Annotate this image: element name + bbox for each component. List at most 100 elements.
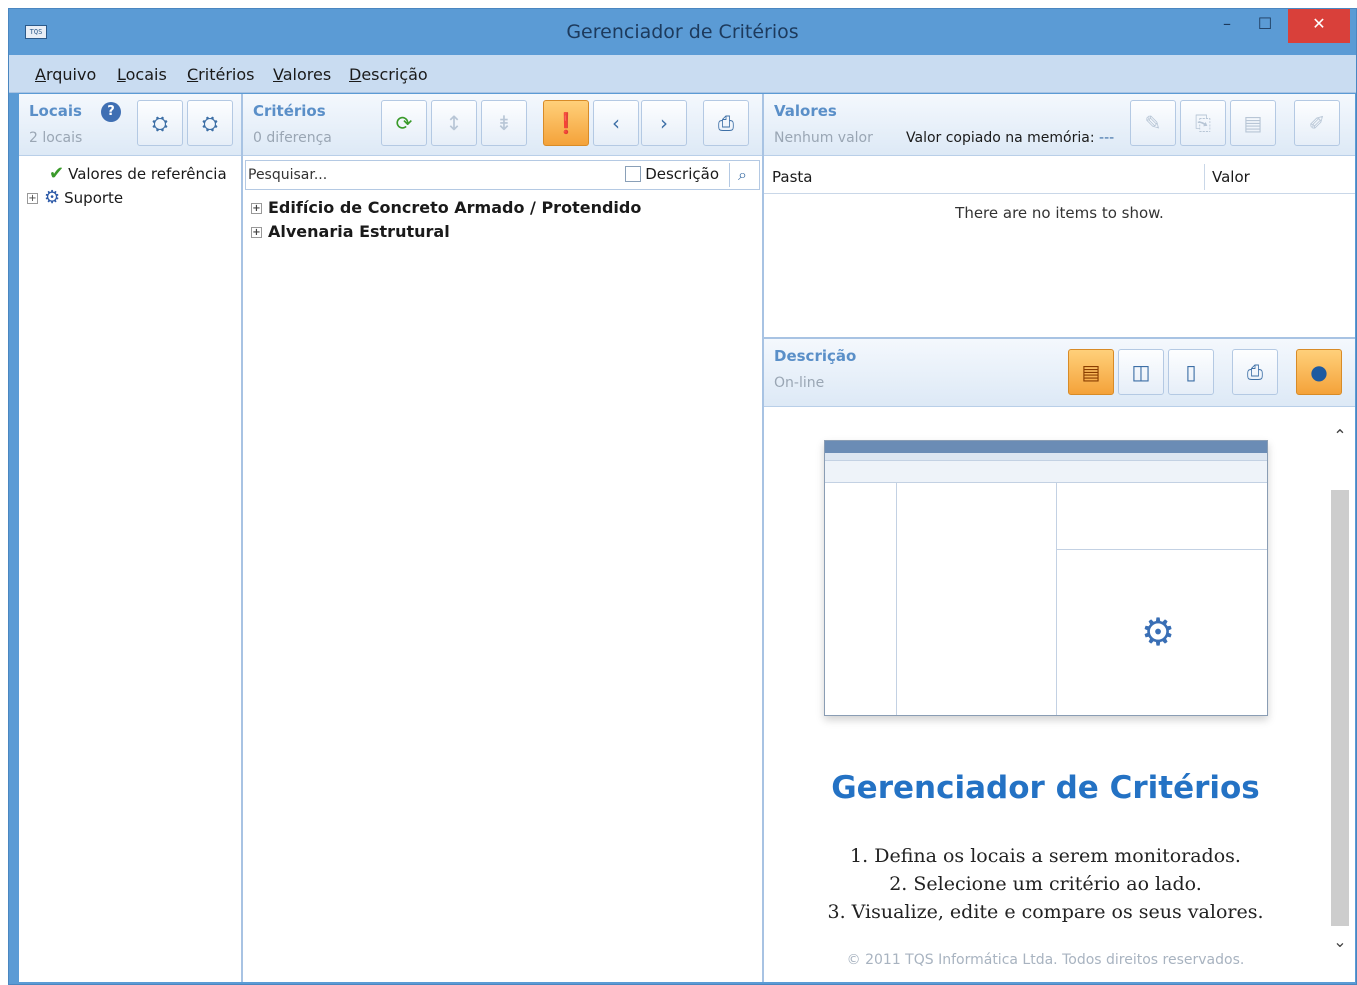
right-panel: Valores Nenhum valor Valor copiado na me… (764, 94, 1355, 982)
criterios-tree: + Edifício de Concreto Armado / Protendid… (251, 196, 641, 244)
check-icon: ✔ (49, 163, 65, 184)
tree-item-label: Alvenaria Estrutural (268, 222, 450, 241)
layout-side-icon: ▯ (1185, 360, 1197, 384)
tree-item-label: Suporte (64, 189, 124, 207)
layout-top-button[interactable]: ▤ (1068, 349, 1114, 395)
main-content: Locais ? 2 locais ⛭ ⛭ ✔ Valores de referê… (19, 94, 1355, 982)
menu-valores[interactable]: Valores (273, 65, 331, 84)
show-differences-button[interactable]: ❗ (543, 100, 589, 146)
clipboard-icon: ▤ (1243, 111, 1263, 135)
clipboard-button[interactable]: ▤ (1230, 100, 1276, 146)
column-separator[interactable] (1204, 164, 1205, 190)
descricao-header: Descrição On-line ▤ ◫ ▯ ⎙ ● (764, 337, 1355, 407)
online-button[interactable]: ● (1296, 349, 1342, 395)
globe-icon: ● (1310, 360, 1328, 384)
printer-icon: ⎙ (1247, 360, 1263, 384)
app-window: TQS Gerenciador de Critérios – ☐ ✕ Arqui… (8, 8, 1357, 985)
edit-value-button[interactable]: ✐ (1294, 100, 1340, 146)
expand-icon[interactable]: + (251, 227, 262, 238)
previous-icon: ‹ (612, 111, 620, 135)
copy-icon: ✎ (1144, 111, 1162, 135)
preview-column (825, 483, 897, 715)
collapse-all-button[interactable]: ⇟ (481, 100, 527, 146)
scroll-down-icon[interactable]: ⌄ (1329, 930, 1351, 954)
copy-value-button[interactable]: ✎ (1130, 100, 1176, 146)
locais-title: Locais (29, 102, 82, 120)
layout-split-button[interactable]: ◫ (1118, 349, 1164, 395)
criterios-header: Critérios 0 diferença ⟳ ↕ ⇟ ❗ ‹ › ⎙ (243, 94, 762, 156)
criterios-diff-count: 0 diferença (253, 130, 332, 146)
copyright-text: © 2011 TQS Informática Ltda. Todos direi… (846, 952, 1245, 968)
description-scrollbar[interactable]: ⌃ ⌄ (1329, 424, 1351, 954)
title-bar[interactable]: TQS Gerenciador de Critérios – ☐ ✕ (9, 9, 1356, 55)
layout-side-button[interactable]: ▯ (1168, 349, 1214, 395)
valores-header: Valores Nenhum valor Valor copiado na me… (764, 94, 1355, 156)
expand-all-button[interactable]: ↕ (431, 100, 477, 146)
locais-header: Locais ? 2 locais ⛭ ⛭ (19, 94, 241, 156)
search-input[interactable] (248, 163, 608, 187)
search-icon[interactable]: ⌕ (729, 163, 755, 187)
descricao-mode: On-line (774, 375, 825, 391)
valores-count: Nenhum valor (774, 130, 873, 146)
print-criterios-button[interactable]: ⎙ (703, 100, 749, 146)
column-valor[interactable]: Valor (1212, 168, 1250, 186)
search-bar: Descrição ⌕ (245, 160, 760, 190)
print-description-button[interactable]: ⎙ (1232, 349, 1278, 395)
description-steps: 1. Defina os locais a serem monitorados.… (764, 842, 1327, 926)
scroll-up-icon[interactable]: ⌃ (1329, 424, 1351, 448)
step-item: 2. Selecione um critério ao lado. (889, 873, 1202, 895)
refresh-button[interactable]: ⟳ (381, 100, 427, 146)
checkbox-label: Descrição (645, 165, 719, 183)
layout-split-icon: ◫ (1131, 360, 1151, 384)
expand-icon[interactable]: + (251, 203, 262, 214)
column-pasta[interactable]: Pasta (772, 168, 812, 186)
checkbox-box[interactable] (625, 166, 642, 182)
edit-icon: ✐ (1308, 111, 1326, 135)
maximize-button[interactable]: ☐ (1248, 9, 1282, 43)
step-item: 3. Visualize, edite e compare os seus va… (827, 901, 1264, 923)
tree-item-label: Edifício de Concreto Armado / Protendido (268, 198, 642, 217)
layout-top-icon: ▤ (1081, 360, 1101, 384)
menu-criterios[interactable]: Critérios (187, 65, 254, 84)
memory-value: --- (1099, 130, 1115, 146)
printer-icon: ⎙ (718, 111, 734, 135)
add-local-icon: ⛭ (152, 111, 168, 135)
screenshot-preview: ⚙ (824, 440, 1268, 716)
next-difference-button[interactable]: › (641, 100, 687, 146)
tree-item-suporte[interactable]: + ⚙ Suporte (27, 186, 227, 210)
help-icon[interactable]: ? (101, 102, 121, 122)
tree-item-concreto[interactable]: + Edifício de Concreto Armado / Protendid… (251, 196, 641, 220)
next-icon: › (660, 111, 668, 135)
preview-column (897, 483, 1057, 715)
remove-local-button[interactable]: ⛭ (187, 100, 233, 146)
close-button[interactable]: ✕ (1288, 9, 1350, 43)
minimize-button[interactable]: – (1210, 9, 1244, 43)
paste-icon: ⎘ (1195, 111, 1211, 135)
scroll-thumb[interactable] (1331, 490, 1349, 926)
locais-tree: ✔ Valores de referência + ⚙ Suporte (27, 162, 227, 210)
window-title: Gerenciador de Critérios (566, 21, 799, 43)
add-local-button[interactable]: ⛭ (137, 100, 183, 146)
memory-label: Valor copiado na memória: --- (906, 130, 1115, 146)
preview-divider (1057, 549, 1267, 550)
collapse-all-icon: ⇟ (495, 111, 513, 135)
tree-item-valores-referencia[interactable]: ✔ Valores de referência (27, 162, 227, 186)
expand-icon[interactable]: + (27, 193, 38, 204)
differences-icon: ❗ (553, 111, 579, 135)
menu-descricao[interactable]: Descrição (349, 65, 428, 84)
previous-difference-button[interactable]: ‹ (593, 100, 639, 146)
preview-toolbar (825, 461, 1267, 483)
locais-count: 2 locais (29, 130, 83, 146)
gear-icon: ⚙ (44, 187, 61, 208)
menu-arquivo[interactable]: Arquivo (35, 65, 96, 84)
paste-value-button[interactable]: ⎘ (1180, 100, 1226, 146)
refresh-icon: ⟳ (395, 111, 413, 135)
empty-message: There are no items to show. (955, 204, 1164, 222)
preview-menu-bar (825, 453, 1267, 461)
menu-locais[interactable]: Locais (117, 65, 167, 84)
description-checkbox[interactable]: Descrição (625, 165, 719, 183)
tree-item-alvenaria[interactable]: + Alvenaria Estrutural (251, 220, 641, 244)
app-logo-icon: ⚙ (1140, 610, 1176, 654)
valores-title: Valores (774, 102, 837, 120)
valores-grid-header: Pasta Valor (764, 158, 1355, 194)
